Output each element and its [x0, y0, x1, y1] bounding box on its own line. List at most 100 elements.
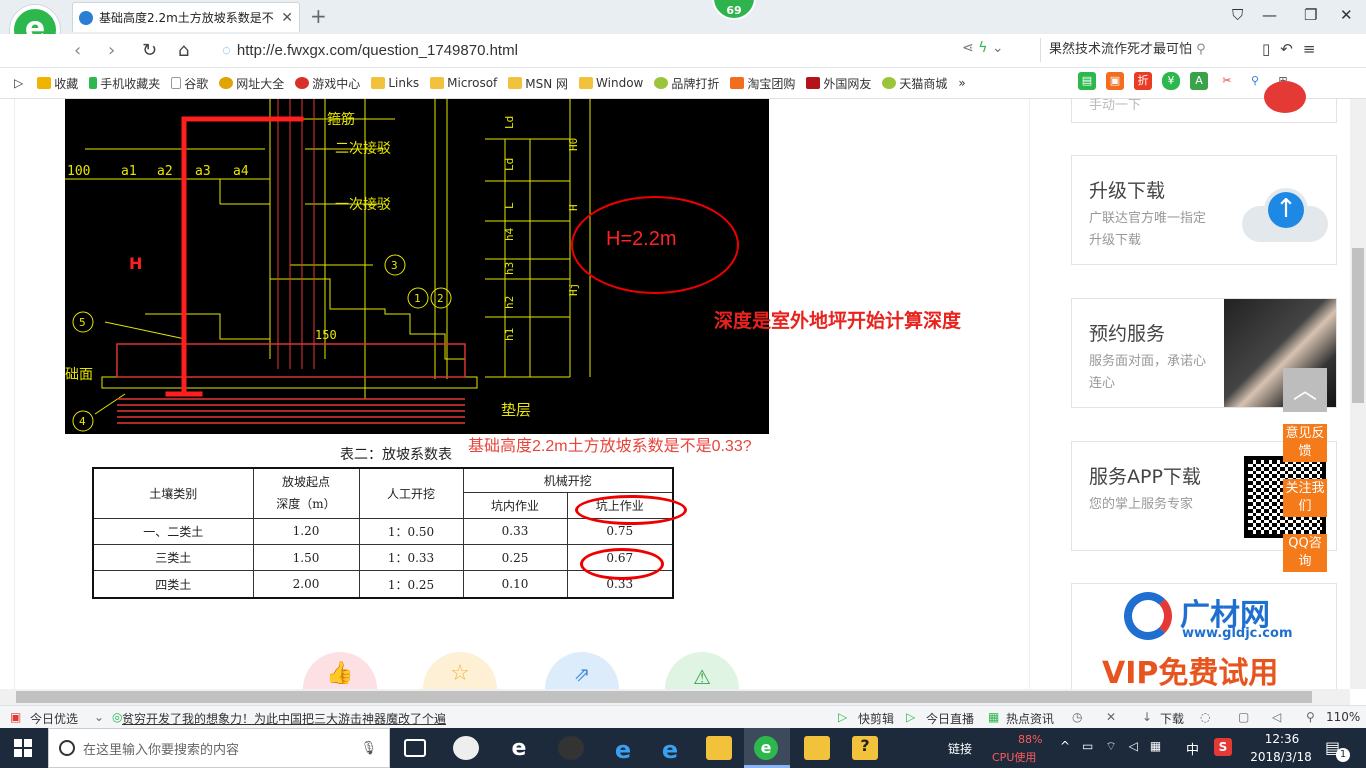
vertical-scroll-thumb[interactable]: [1352, 248, 1364, 403]
minimize-icon[interactable]: —: [1262, 6, 1277, 24]
extension-icons[interactable]: ▤ ▣ 折 ¥ A ✂ ⚲ ⊞: [1078, 72, 1292, 90]
magnifier-icon[interactable]: ⚲: [1246, 72, 1264, 90]
back-to-top-button[interactable]: ︿: [1283, 368, 1327, 412]
sidebar-top-card[interactable]: 手动一下: [1071, 81, 1337, 123]
bookmark-item[interactable]: 收藏: [37, 75, 78, 92]
search-input[interactable]: 果然技术流作死才最可怕 ⚲: [1040, 38, 1235, 62]
cad-label-l: L: [503, 202, 516, 209]
browser-tab[interactable]: 基础高度2.2m土方放坡系数是不 ✕: [72, 2, 300, 32]
follow-button[interactable]: 关注我们: [1283, 479, 1327, 517]
browser-app-icon[interactable]: [558, 736, 584, 760]
sidebar-toggle-icon[interactable]: ▷: [14, 76, 23, 90]
hot-news[interactable]: 热点资讯: [1006, 710, 1054, 727]
tv-icon[interactable]: ▣: [1106, 72, 1124, 90]
header-mech: 机械开挖: [462, 467, 674, 493]
windows-start-icon[interactable]: [14, 739, 32, 757]
ime-indicator[interactable]: 中: [1186, 739, 1199, 758]
close-window-icon[interactable]: ✕: [1340, 6, 1353, 24]
live-icon: ▷: [906, 710, 916, 724]
download[interactable]: 下载: [1160, 710, 1184, 727]
cell: 三类土: [92, 543, 254, 572]
chevron-down-icon[interactable]: ⌄: [94, 710, 104, 724]
bookmark-item[interactable]: 谷歌: [171, 75, 208, 92]
highlight-ellipse: [580, 548, 664, 580]
zoom-icon[interactable]: ⚲: [1306, 710, 1315, 724]
sound-icon[interactable]: ◁: [1272, 710, 1281, 724]
task-view-icon[interactable]: [404, 739, 426, 757]
speed-icon[interactable]: ◷: [1072, 710, 1082, 724]
taskbar-search-placeholder: 在这里输入你要搜索的内容: [83, 742, 240, 758]
download-icon[interactable]: ↓: [1142, 710, 1152, 724]
slope-table: 土壤类别 放坡起点 深度（m） 人工开挖 机械开挖 坑内作业 坑上作业 一、二类土…: [92, 467, 674, 599]
bookmark-item[interactable]: 网址大全: [219, 75, 284, 92]
shirt-icon[interactable]: ⛉: [1232, 6, 1243, 24]
forward-icon[interactable]: ›: [108, 40, 115, 61]
upgrade-card[interactable]: 升级下载 广联达官方唯一指定升级下载 ↑: [1071, 155, 1337, 265]
file-explorer-icon[interactable]: [706, 736, 732, 760]
link-label[interactable]: 链接: [948, 740, 972, 757]
tool-icon[interactable]: ✕: [1106, 710, 1116, 724]
bookmark-item[interactable]: 游戏中心: [295, 75, 360, 92]
window-icon[interactable]: ▢: [1238, 710, 1249, 724]
secure-icon: ◌: [222, 41, 231, 59]
tray-icons[interactable]: ^▭⌔◁▦: [1060, 739, 1173, 754]
cleaner-icon[interactable]: ◌: [1200, 710, 1210, 724]
clock-time[interactable]: 12:36: [1252, 732, 1312, 746]
translate-icon[interactable]: A: [1190, 72, 1208, 90]
new-tab-icon[interactable]: +: [310, 4, 327, 28]
table-header-row: 土壤类别 放坡起点 深度（m） 人工开挖 机械开挖: [92, 467, 674, 519]
ie-app-icon[interactable]: e: [506, 736, 532, 761]
live[interactable]: 今日直播: [926, 710, 974, 727]
bookmark-item[interactable]: 天猫商城: [882, 75, 947, 92]
refresh-icon[interactable]: ↻: [142, 40, 157, 61]
notification-count: 1: [1336, 748, 1350, 762]
search-icon[interactable]: ⚲: [1196, 42, 1206, 57]
share-icon[interactable]: ⋖ ϟ ⌄: [962, 40, 1004, 56]
bookmark-item[interactable]: 外国网友: [806, 75, 871, 92]
flash-icon[interactable]: ϟ: [978, 40, 987, 56]
ad-logo-icon: [1124, 592, 1172, 640]
ad-vip: VIP免费试用: [1102, 656, 1279, 689]
active-browser-task[interactable]: e: [744, 728, 790, 768]
scissors-icon[interactable]: ✂: [1218, 72, 1236, 90]
qq-consult-button[interactable]: QQ咨询: [1283, 534, 1327, 572]
toolbar-right-icons[interactable]: ▯↶≡: [1262, 40, 1325, 58]
feedback-button[interactable]: 意见反馈: [1283, 424, 1327, 462]
shield-icon[interactable]: ¥: [1162, 72, 1180, 90]
clock-date[interactable]: 2018/3/18: [1246, 750, 1316, 764]
taskbar-search-input[interactable]: 在这里输入你要搜索的内容 🎙: [48, 728, 390, 768]
url-field[interactable]: ◌ http://e.fwxgx.com/question_1749870.ht…: [222, 38, 1027, 62]
bookmark-item[interactable]: 淘宝团购: [730, 75, 795, 92]
bookmark-item[interactable]: Links: [371, 76, 419, 90]
reserve-desc: 服务面对面，承诺心连心: [1089, 354, 1207, 391]
home-icon[interactable]: ⌂: [178, 40, 189, 61]
discount-icon[interactable]: 折: [1134, 72, 1152, 90]
sogou-icon[interactable]: S: [1214, 738, 1232, 756]
zoom-level[interactable]: 110%: [1326, 710, 1360, 724]
ad-card[interactable]: 广材网 www.gldjc.com VIP免费试用: [1071, 583, 1337, 689]
cad-label-150: 150: [315, 328, 337, 342]
bookmark-item[interactable]: 品牌打折: [654, 75, 719, 92]
bookmark-item[interactable]: Microsof: [430, 76, 497, 90]
bookmark-item[interactable]: 手机收藏夹: [89, 75, 160, 92]
table-title: 表二：放坡系数表: [340, 447, 452, 463]
bookmark-item[interactable]: MSN 网: [508, 75, 568, 92]
more-bookmarks-icon[interactable]: »: [958, 76, 965, 90]
cad-label-h-value: H=2.2m: [606, 228, 677, 250]
cell: 2.00: [252, 570, 360, 599]
horizontal-scroll-thumb[interactable]: [16, 691, 1312, 703]
edge-icon[interactable]: e: [610, 736, 636, 764]
microphone-icon[interactable]: 🎙: [360, 741, 377, 756]
help-app-icon[interactable]: ?: [852, 736, 878, 760]
tab-close-icon[interactable]: ✕: [281, 10, 293, 26]
fan-app-icon[interactable]: [453, 736, 479, 760]
quick-clip[interactable]: 快剪辑: [858, 710, 894, 727]
ie-icon[interactable]: e: [657, 736, 683, 764]
today-picks[interactable]: 今日优选: [30, 710, 78, 727]
back-icon[interactable]: ‹: [74, 40, 81, 61]
bookmark-item[interactable]: Window: [579, 76, 643, 90]
book-icon[interactable]: ▤: [1078, 72, 1096, 90]
notepad-icon[interactable]: [804, 736, 830, 760]
news-link[interactable]: 贫穷开发了我的想象力！为此中国把三大游击神器魔改了个遍: [122, 710, 446, 727]
restore-icon[interactable]: ❐: [1304, 6, 1317, 24]
